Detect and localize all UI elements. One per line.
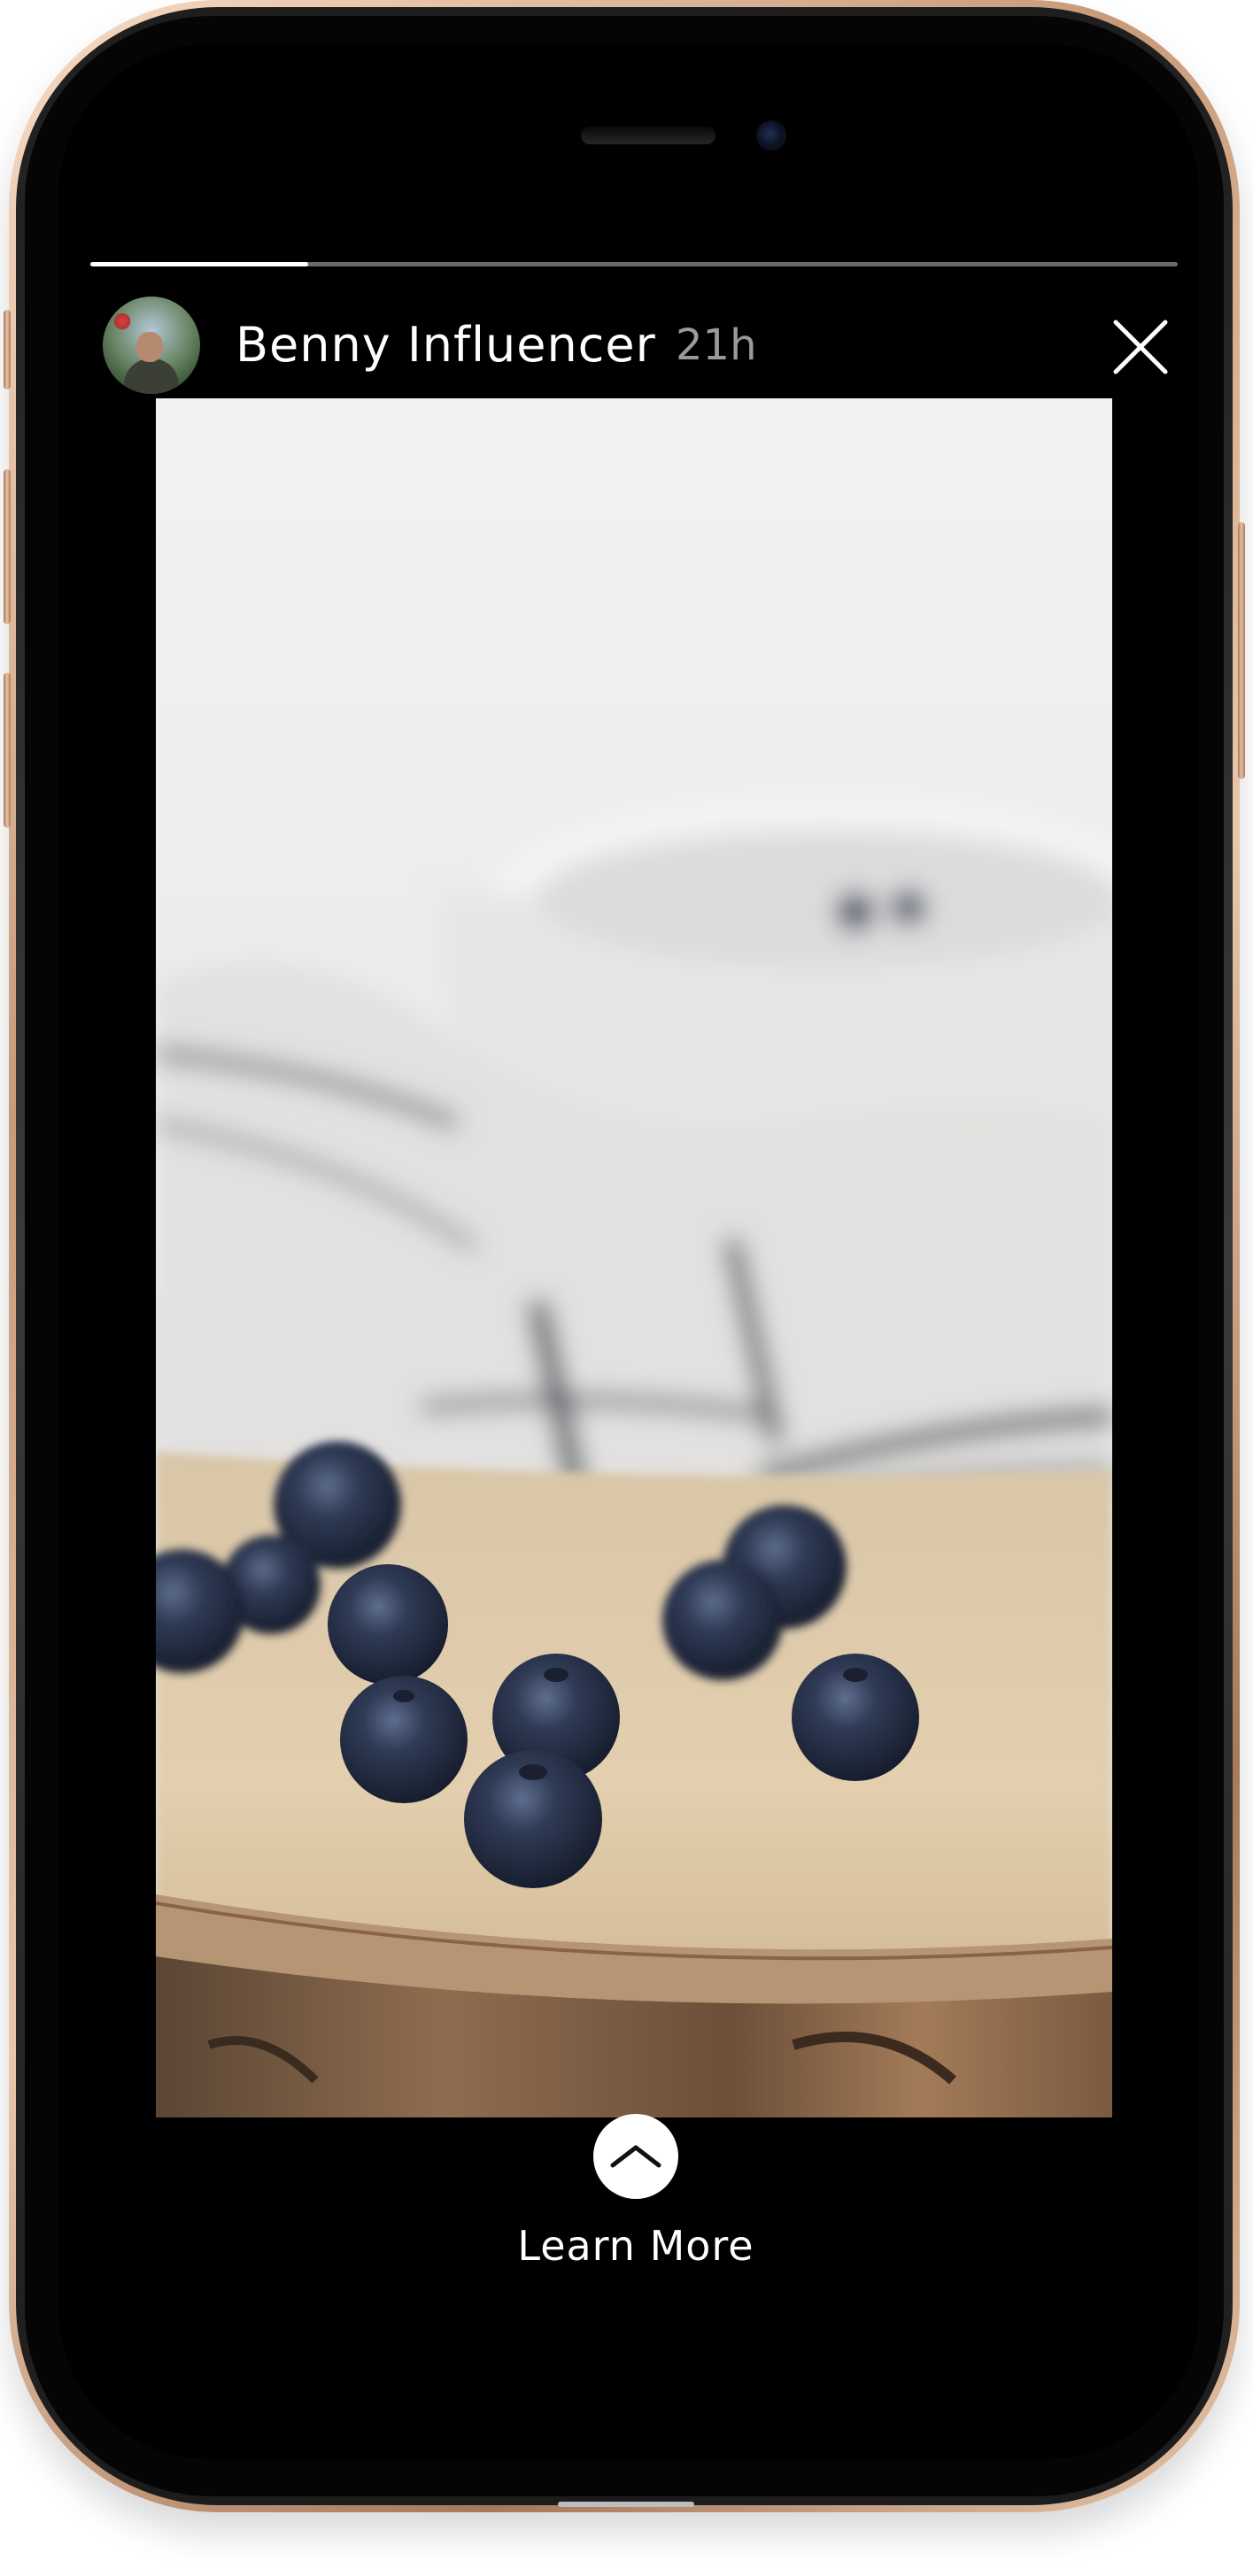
power-button	[1238, 522, 1245, 779]
learn-more-label[interactable]: Learn More	[459, 2222, 813, 2270]
avatar-face	[136, 332, 163, 362]
home-indicator	[558, 2502, 694, 2507]
chevron-up-icon	[610, 2145, 661, 2168]
avatar[interactable]	[103, 297, 200, 394]
avatar-flowers	[113, 312, 131, 330]
story-progress-fill	[90, 262, 308, 266]
learn-more-button[interactable]	[593, 2114, 678, 2199]
mute-switch	[4, 310, 11, 389]
story-progress-bar	[90, 262, 1178, 266]
front-camera-icon	[756, 120, 786, 150]
volume-up-button	[4, 469, 11, 624]
close-button[interactable]	[1103, 310, 1178, 384]
story-username[interactable]: Benny Influencer	[236, 317, 656, 373]
story-screen: Benny Influencer 21h Learn More	[58, 44, 1199, 2459]
avatar-body	[124, 359, 179, 394]
close-icon	[1113, 320, 1168, 374]
volume-down-button	[4, 673, 11, 828]
phone-frame: Benny Influencer 21h Learn More	[4, 0, 1245, 2512]
speaker-grille	[581, 127, 715, 144]
story-timestamp: 21h	[676, 320, 757, 370]
story-photo[interactable]	[156, 398, 1112, 2117]
blueberries-photo	[156, 398, 1112, 2117]
